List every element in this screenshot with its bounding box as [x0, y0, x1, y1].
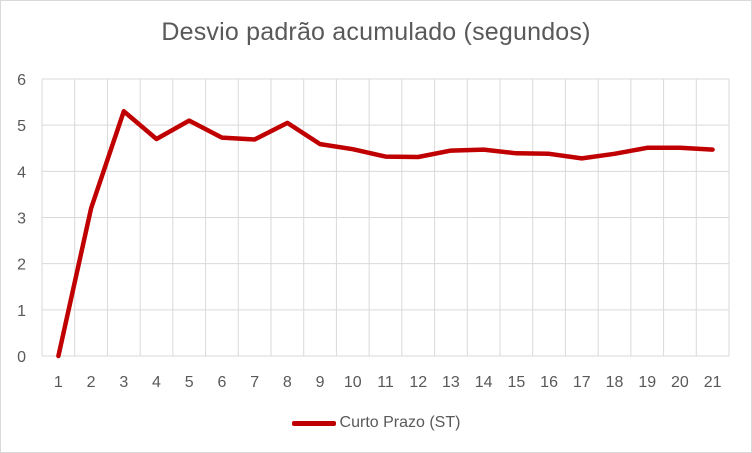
x-tick-label: 14 [475, 374, 493, 391]
y-tick-label: 5 [17, 118, 26, 135]
y-tick-label: 3 [17, 211, 26, 228]
x-tick-label: 2 [87, 374, 96, 391]
x-tick-label: 4 [152, 374, 161, 391]
x-tick-label: 15 [507, 374, 525, 391]
x-tick-label: 17 [573, 374, 591, 391]
x-tick-label: 11 [377, 374, 394, 391]
x-tick-label: 21 [704, 374, 722, 391]
x-tick-label: 20 [671, 374, 689, 391]
line-chart: 0123456 1 2 3 4 5 6 7 8 9 10 11 12 13 14 15 16 17 18 19 20 2… [17, 72, 730, 391]
x-tick-label: 16 [540, 374, 558, 391]
x-tick-label: 19 [638, 374, 656, 391]
grid-lines [41, 78, 730, 357]
x-tick-label: 8 [283, 374, 292, 391]
y-tick-label: 1 [17, 303, 26, 320]
legend-swatch [291, 420, 336, 426]
series-line [56, 109, 715, 359]
x-tick-label: 10 [344, 374, 362, 391]
y-axis-ticks: 0 1 2 3 4 5 6 [17, 72, 26, 366]
y-tick-label: 0 [17, 349, 26, 366]
x-tick-label: 1 [54, 374, 63, 391]
x-tick-label: 18 [606, 374, 624, 391]
x-axis-ticks: 1 2 3 4 5 6 7 8 9 10 11 12 13 14 15 16 17 18 19 20 21 [54, 374, 722, 391]
x-tick-label: 7 [250, 374, 259, 391]
x-tick-label: 6 [217, 374, 226, 391]
legend-label: Curto Prazo (ST) [339, 414, 461, 431]
series-layer [56, 109, 715, 359]
x-tick-label: 3 [119, 374, 128, 391]
x-tick-label: 12 [409, 374, 427, 391]
y-tick-label: 2 [17, 257, 26, 274]
y-tick-label: 4 [17, 164, 26, 181]
legend: Curto Prazo (ST) [0, 411, 752, 435]
y-tick-label: 6 [17, 72, 26, 89]
x-tick-label: 9 [316, 374, 325, 391]
x-tick-label: 13 [442, 374, 460, 391]
x-tick-label: 5 [185, 374, 194, 391]
